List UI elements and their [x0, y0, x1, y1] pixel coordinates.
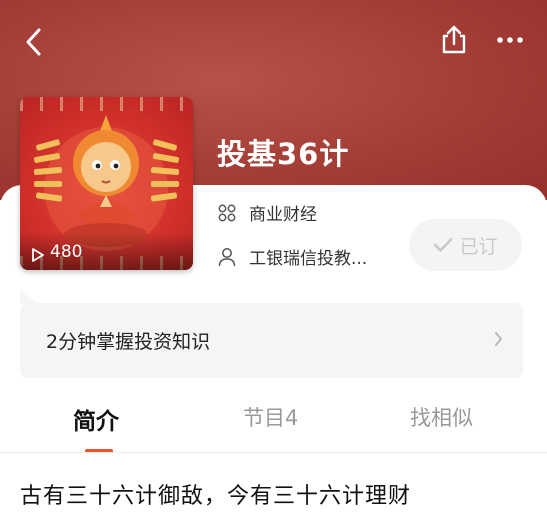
back-chevron-icon	[26, 28, 41, 56]
user-icon	[217, 247, 237, 267]
share-button[interactable]	[434, 20, 474, 60]
play-count: 480	[20, 232, 193, 270]
category-row[interactable]: 商业财经	[217, 200, 317, 225]
more-dots-icon	[497, 37, 523, 43]
subscribe-button[interactable]: 已订	[409, 219, 522, 271]
album-cover[interactable]: 480	[20, 97, 193, 270]
more-button[interactable]	[490, 20, 530, 60]
author-name: 工银瑞信投教...	[249, 249, 368, 269]
category-label: 商业财经	[249, 205, 317, 225]
back-button[interactable]	[14, 22, 54, 62]
check-icon	[434, 238, 453, 252]
tab-similar[interactable]: 找相似	[410, 402, 473, 432]
summary-text: 2分钟掌握投资知识	[46, 331, 211, 353]
intro-text: 古有三十六计御敌，今有三十六计理财	[20, 484, 412, 509]
chevron-right-icon	[495, 332, 502, 346]
tab-bar: 简介 节目4 找相似	[0, 392, 547, 452]
album-title: 投基36计	[217, 137, 350, 171]
summary-bubble[interactable]: 2分钟掌握投资知识	[20, 303, 523, 378]
play-count-value: 480	[50, 242, 83, 262]
tabs-divider	[0, 452, 547, 453]
author-row[interactable]: 工银瑞信投教...	[217, 244, 367, 269]
summary-bubble-tail	[20, 288, 38, 304]
tab-intro[interactable]: 简介	[73, 402, 119, 436]
play-icon	[32, 248, 44, 262]
tab-episodes[interactable]: 节目4	[243, 402, 298, 432]
share-icon	[442, 25, 466, 54]
category-grid-icon	[217, 203, 237, 223]
subscribe-label: 已订	[459, 235, 498, 258]
